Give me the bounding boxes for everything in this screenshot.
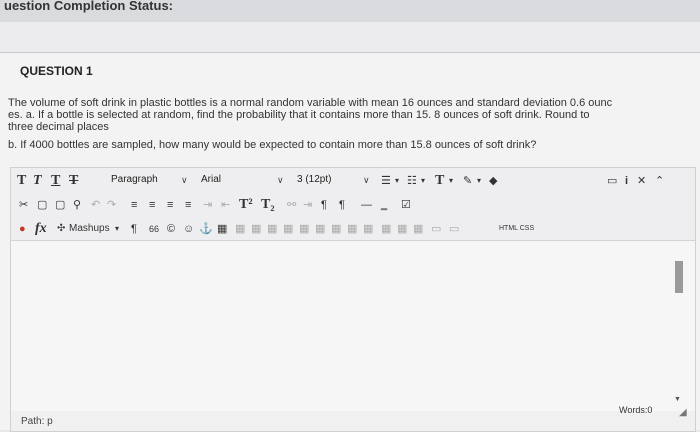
subscript-icon[interactable]: T₂ (261, 196, 275, 214)
copyright-icon[interactable]: © (167, 220, 175, 238)
collapse-toolbar-icon[interactable]: ⌃ (655, 172, 664, 190)
paragraph-format-value: Paragraph (111, 174, 158, 185)
mashups-menu-label[interactable]: Mashups (69, 220, 110, 238)
chevron-down-icon: ∨ (363, 175, 370, 185)
embed-icon[interactable]: ▭ (449, 220, 459, 238)
chevron-down-icon: ∨ (277, 175, 284, 185)
italic-button[interactable]: T (33, 172, 42, 190)
font-size-select[interactable]: 3 (12pt) ∨ (297, 172, 373, 188)
table-cell-icon[interactable]: ▦ (267, 220, 277, 238)
highlight-pen-icon[interactable]: ✎ (463, 172, 472, 190)
answer-editor: T T T T Paragraph ∨ Arial ∨ 3 (12pt) ∨ ☰… (10, 167, 696, 432)
find-icon[interactable]: ⚲ (73, 196, 81, 214)
formula-icon[interactable]: fx (35, 220, 47, 238)
resize-handle-icon[interactable]: ◢ (679, 407, 687, 418)
font-family-value: Arial (201, 174, 222, 185)
scroll-down-icon[interactable]: ▼ (674, 396, 681, 403)
spellcheck-icon[interactable]: ▭ (607, 172, 617, 190)
table-style-icon[interactable]: ▦ (363, 220, 373, 238)
paragraph-format-select[interactable]: Paragraph ∨ (111, 172, 195, 188)
outdent-icon[interactable]: ⇤ (221, 196, 230, 214)
completion-status-label: uestion Completion Status: (4, 0, 173, 13)
table-split-icon[interactable]: ▦ (299, 220, 309, 238)
question-line-4: b. If 4000 bottles are sampled, how many… (8, 139, 537, 151)
chevron-down-icon[interactable]: ▾ (477, 172, 481, 190)
question-line-2: es. a. If a bottle is selected at random… (8, 109, 590, 121)
word-count: Words:0 (619, 405, 653, 415)
nonbreaking-space-icon[interactable]: ‗ (381, 196, 387, 214)
copy-icon[interactable]: ▢ (37, 196, 47, 214)
horizontal-rule-icon[interactable]: — (361, 196, 372, 214)
align-left-icon[interactable]: ≡ (131, 196, 137, 214)
media-icon[interactable]: ▭ (431, 220, 441, 238)
question-title: QUESTION 1 (20, 64, 93, 78)
check-icon[interactable]: ☑ (401, 196, 411, 214)
table-icon[interactable]: ▦ (217, 220, 227, 238)
question-text: The volume of soft drink in plastic bott… (8, 97, 692, 151)
completion-status-bar: uestion Completion Status: (0, 0, 700, 22)
question-line-1: The volume of soft drink in plastic bott… (8, 97, 613, 109)
align-center-icon[interactable]: ≡ (149, 196, 155, 214)
fullscreen-icon[interactable]: ✕ (637, 172, 646, 190)
bold-button[interactable]: T (17, 172, 26, 190)
table-insert-icon[interactable]: ▦ (347, 220, 357, 238)
table-fill-icon[interactable]: ▦ (397, 220, 407, 238)
anchor-icon[interactable]: ⚓ (199, 220, 213, 238)
info-icon[interactable]: i (625, 172, 628, 190)
editor-status-bar: Path: p Words:0 ◢ (11, 405, 695, 431)
chevron-down-icon[interactable]: ▾ (421, 172, 425, 190)
chevron-down-icon[interactable]: ▾ (449, 172, 453, 190)
font-family-select[interactable]: Arial ∨ (201, 172, 287, 188)
table-align-icon[interactable]: ▦ (413, 220, 423, 238)
record-icon[interactable]: ● (19, 220, 26, 238)
question-line-3: three decimal places (8, 121, 109, 133)
chevron-down-icon[interactable]: ▾ (395, 172, 399, 190)
align-right-icon[interactable]: ≡ (167, 196, 173, 214)
rtl-icon[interactable]: ¶ (339, 196, 345, 214)
question-panel: QUESTION 1 The volume of soft drink in p… (0, 52, 700, 432)
toolbar-row-2: ✂ ▢ ▢ ⚲ ↶ ↷ ≡ ≡ ≡ ≡ ⇥ ⇤ T² T₂ ⚯ ⇥ ¶ ¶ — … (11, 194, 695, 216)
blockquote-button[interactable]: 66 (149, 220, 159, 238)
spacer (0, 22, 700, 52)
chevron-down-icon: ∨ (181, 175, 188, 185)
text-color-icon[interactable]: T (435, 172, 444, 190)
numbered-list-icon[interactable]: ☷ (407, 172, 417, 190)
table-props-icon[interactable]: ▦ (315, 220, 325, 238)
editor-toolbar: T T T T Paragraph ∨ Arial ∨ 3 (12pt) ∨ ☰… (11, 168, 695, 241)
chevron-down-icon[interactable]: ▾ (115, 220, 119, 238)
table-delete-icon[interactable]: ▦ (331, 220, 341, 238)
mashups-icon[interactable]: ✣ (57, 220, 65, 238)
table-borders-icon[interactable]: ▦ (381, 220, 391, 238)
emoticon-icon[interactable]: ☺ (183, 220, 194, 238)
link-icon[interactable]: ⚯ (287, 196, 296, 214)
html-css-button[interactable]: HTML CSS (499, 220, 534, 238)
redo-icon[interactable]: ↷ (107, 196, 116, 214)
superscript-icon[interactable]: T² (239, 196, 253, 214)
align-justify-icon[interactable]: ≡ (185, 196, 191, 214)
bullet-list-icon[interactable]: ☰ (381, 172, 391, 190)
answer-text-area[interactable]: ▼ (11, 241, 695, 411)
undo-icon[interactable]: ↶ (91, 196, 100, 214)
paragraph-mark-button[interactable]: ¶ (131, 220, 137, 238)
toolbar-row-1: T T T T Paragraph ∨ Arial ∨ 3 (12pt) ∨ ☰… (11, 170, 695, 192)
table-row-icon[interactable]: ▦ (235, 220, 245, 238)
underline-button[interactable]: T (51, 172, 60, 190)
eraser-icon[interactable]: ◆ (489, 172, 497, 190)
font-size-value: 3 (12pt) (297, 174, 332, 185)
paste-icon[interactable]: ▢ (55, 196, 65, 214)
table-merge-icon[interactable]: ▦ (283, 220, 293, 238)
toolbar-row-3: ● fx ✣ Mashups ▾ ¶ 66 © ☺ ⚓ ▦ ▦ ▦ ▦ ▦ ▦ … (11, 218, 695, 240)
element-path-label: Path: p (21, 416, 53, 427)
strikethrough-button[interactable]: T (69, 172, 78, 190)
table-col-icon[interactable]: ▦ (251, 220, 261, 238)
cut-icon[interactable]: ✂ (19, 196, 28, 214)
unlink-icon[interactable]: ⇥ (303, 196, 312, 214)
indent-icon[interactable]: ⇥ (203, 196, 212, 214)
scrollbar-thumb[interactable] (675, 261, 683, 293)
ltr-icon[interactable]: ¶ (321, 196, 327, 214)
